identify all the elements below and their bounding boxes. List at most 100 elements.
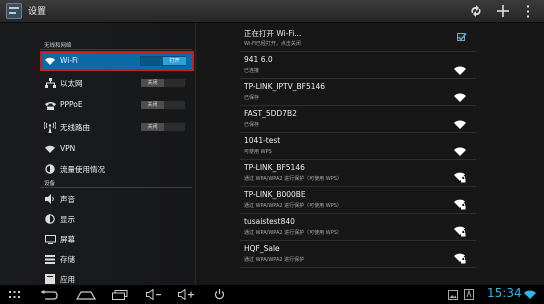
add-network-button[interactable]: [494, 2, 512, 20]
wps-button[interactable]: [467, 2, 485, 20]
wifi-toggle[interactable]: 打开: [140, 56, 186, 66]
sidebar-item-display[interactable]: 显示: [40, 209, 192, 229]
settings-content: 无线和网络 Wi-Fi 打开 以太网 关闭 PPPoE 关闭 无线路由 关闭 V…: [0, 23, 544, 285]
sidebar-item-label: 流量使用情况: [60, 165, 105, 174]
wifi-enabled-checkbox[interactable]: [457, 32, 467, 41]
home-button[interactable]: [76, 287, 96, 302]
wifi-network-row[interactable]: 941 6.0 已连接: [240, 52, 476, 79]
wifi-network-row[interactable]: TP-LINK_IPTV_BF5146 已保存: [240, 79, 476, 106]
wifi-lock-icon: [454, 195, 466, 210]
sidebar-item-label: VPN: [60, 144, 76, 153]
wifi-status-indicator[interactable]: [524, 287, 536, 302]
volume-up-icon: [178, 289, 194, 300]
toggle-label: 打开: [163, 57, 186, 65]
data-usage-icon: [44, 163, 56, 175]
toggle-label: 关闭: [141, 101, 164, 109]
back-button[interactable]: [40, 287, 58, 302]
sidebar-item-label: 应用: [60, 275, 75, 284]
toggle-label: 关闭: [141, 123, 164, 131]
app-title: 设置: [28, 7, 47, 17]
more-vert-icon: [527, 5, 529, 17]
action-bar: 设置: [0, 0, 544, 23]
checkmark-icon: [457, 32, 467, 41]
sidebar-item-ethernet[interactable]: 以太网 关闭: [40, 73, 192, 93]
recent-apps-button[interactable]: [112, 287, 128, 302]
wifi-lock-icon: [454, 249, 466, 264]
network-status: 已保存: [244, 95, 260, 101]
image-icon: [448, 289, 458, 300]
sidebar-item-label: Wi-Fi: [60, 56, 78, 65]
network-ssid: HQF_Sale: [244, 244, 280, 253]
sidebar-item-hotspot[interactable]: 无线路由 关闭: [40, 117, 192, 137]
recent-apps-icon: [112, 289, 128, 300]
volume-up-button[interactable]: [178, 287, 195, 302]
sidebar-item-storage[interactable]: 存储: [40, 249, 192, 269]
brightness-icon: [44, 213, 56, 225]
settings-app-icon: [6, 3, 22, 19]
gallery-notification[interactable]: [448, 287, 458, 302]
wifi-signal-icon: [454, 87, 466, 102]
app-notification[interactable]: [464, 287, 474, 302]
grid-icon: [9, 290, 20, 298]
home-icon: [76, 290, 96, 300]
wifi-master-switch-row[interactable]: 正在打开 Wi-Fi... Wi-Fi已经打开，点击关闭: [240, 25, 476, 52]
sidebar-item-label: 存储: [60, 255, 75, 264]
status-clock[interactable]: 15:34: [487, 286, 522, 300]
sidebar-item-wifi[interactable]: Wi-Fi 打开: [40, 51, 194, 71]
apps-icon: [44, 273, 56, 285]
network-ssid: FAST_5DD7B2: [244, 109, 297, 118]
back-icon: [40, 289, 58, 300]
network-status: 通过 WPA/WPA2 进行保护（可使用 WPS）: [244, 176, 342, 182]
wps-icon: [471, 5, 481, 17]
overflow-menu-button[interactable]: [519, 2, 537, 20]
sidebar-item-vpn[interactable]: VPN: [40, 139, 192, 159]
toggle-label: 关闭: [141, 79, 164, 87]
section-divider: [40, 187, 192, 188]
vpn-icon: [44, 143, 56, 155]
wifi-network-row[interactable]: TP-LINK_BF5146 通过 WPA/WPA2 进行保护（可使用 WPS）: [240, 160, 476, 187]
wifi-signal-icon: [454, 60, 466, 75]
section-header-wireless: 无线和网络: [44, 43, 72, 49]
screen-icon: [44, 233, 56, 245]
sidebar-item-data-usage[interactable]: 流量使用情况: [40, 159, 192, 179]
wifi-network-row[interactable]: TP-LINK_B000BE 通过 WPA/WPA2 进行保护（可使用 WPS）: [240, 187, 476, 214]
pppoe-toggle[interactable]: 关闭: [140, 100, 186, 110]
all-apps-button[interactable]: [9, 287, 20, 302]
volume-down-button[interactable]: [146, 287, 162, 302]
plus-icon: [497, 5, 509, 17]
hotspot-icon: [44, 121, 56, 133]
sidebar-item-label: 屏幕: [60, 235, 75, 244]
network-ssid: tusaistest840: [244, 217, 295, 226]
settings-sidebar[interactable]: 无线和网络 Wi-Fi 打开 以太网 关闭 PPPoE 关闭 无线路由 关闭 V…: [0, 23, 196, 285]
sidebar-item-screen[interactable]: 屏幕: [40, 229, 192, 249]
wifi-header-title: 正在打开 Wi-Fi...: [244, 29, 302, 38]
network-status: 已保存: [244, 122, 260, 128]
app-notification-icon: [464, 289, 474, 300]
section-divider: [40, 49, 192, 50]
network-ssid: 941 6.0: [244, 55, 273, 64]
wifi-network-row[interactable]: 1041-test 可使用 WPS: [240, 133, 476, 160]
wifi-signal-icon: [454, 114, 466, 129]
sidebar-item-pppoe[interactable]: PPPoE 关闭: [40, 95, 192, 115]
power-button[interactable]: [214, 287, 225, 302]
sidebar-item-label: 声音: [60, 195, 75, 204]
section-header-device: 设备: [44, 181, 56, 187]
sidebar-item-label: PPPoE: [60, 100, 83, 109]
wifi-icon: [44, 55, 56, 67]
wifi-header-subtitle: Wi-Fi已经打开，点击关闭: [244, 41, 301, 47]
wifi-network-row[interactable]: tusaistest840 通过 WPA/WPA2 进行保护（可使用 WPS）: [240, 214, 476, 241]
wifi-network-row[interactable]: HQF_Sale 通过 WPA/WPA2 进行保护: [240, 241, 476, 268]
volume-down-icon: [146, 289, 161, 300]
hotspot-toggle[interactable]: 关闭: [140, 122, 186, 132]
wifi-lock-icon: [454, 222, 466, 237]
network-status: 可使用 WPS: [244, 149, 272, 155]
network-ssid: TP-LINK_BF5146: [244, 163, 305, 172]
wifi-panel: 正在打开 Wi-Fi... Wi-Fi已经打开，点击关闭 941 6.0 已连接 T…: [196, 23, 544, 285]
wifi-signal-icon: [454, 141, 466, 156]
power-icon: [214, 289, 225, 300]
wifi-network-row[interactable]: FAST_5DD7B2 已保存: [240, 106, 476, 133]
sidebar-item-label: 显示: [60, 215, 75, 224]
phone-icon: [44, 99, 56, 111]
sidebar-item-sound[interactable]: 声音: [40, 189, 192, 209]
ethernet-toggle[interactable]: 关闭: [140, 78, 186, 88]
